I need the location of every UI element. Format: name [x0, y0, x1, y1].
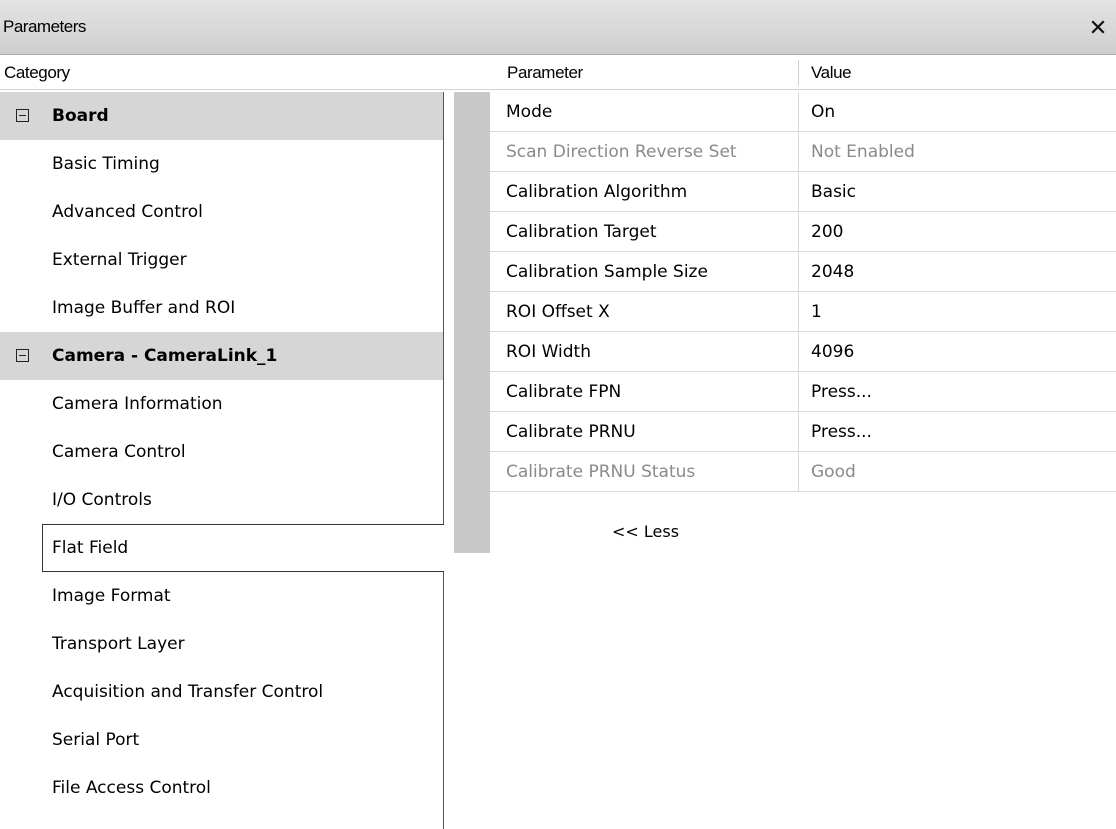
table-row[interactable]: Calibration Target 200 [490, 212, 1116, 252]
parameter-name: Calibration Target [506, 222, 657, 242]
table-row[interactable]: Calibration Sample Size 2048 [490, 252, 1116, 292]
parameter-name: Calibrate PRNU Status [506, 462, 696, 482]
column-header-row: Category Parameter Value [0, 56, 1116, 90]
value-column-header[interactable]: Value [811, 56, 852, 90]
table-row: Scan Direction Reverse Set Not Enabled [490, 132, 1116, 172]
parameter-name: Scan Direction Reverse Set [506, 142, 737, 162]
parameter-name: Calibrate PRNU [506, 422, 636, 442]
category-label: I/O Controls [52, 490, 152, 510]
table-row: Calibrate PRNU Status Good [490, 452, 1116, 492]
category-label: Basic Timing [52, 154, 160, 174]
category-item-serial-port[interactable]: Serial Port [0, 716, 444, 764]
category-tree: Board Basic Timing Advanced Control Exte… [0, 92, 444, 829]
calibrate-prnu-button[interactable]: Press... [811, 412, 872, 452]
category-label: File Access Control [52, 778, 211, 798]
parameter-name: ROI Offset X [506, 302, 610, 322]
parameter-name: Calibration Sample Size [506, 262, 708, 282]
category-label: External Trigger [52, 250, 187, 270]
collapse-minus-icon[interactable] [16, 109, 29, 122]
category-label: Advanced Control [52, 202, 203, 222]
category-item-acquisition-transfer[interactable]: Acquisition and Transfer Control [0, 668, 444, 716]
category-item-image-buffer-roi[interactable]: Image Buffer and ROI [0, 284, 444, 332]
cell-divider [798, 212, 799, 252]
window-title: Parameters [3, 17, 86, 36]
category-label: Camera Information [52, 394, 223, 414]
parameter-name: Calibration Algorithm [506, 182, 688, 202]
table-row[interactable]: Calibrate FPN Press... [490, 372, 1116, 412]
category-item-external-trigger[interactable]: External Trigger [0, 236, 444, 284]
cell-divider [798, 172, 799, 212]
category-label: Image Buffer and ROI [52, 298, 236, 318]
cell-divider [798, 412, 799, 452]
close-button[interactable] [1086, 15, 1110, 39]
parameter-value[interactable]: 4096 [811, 332, 854, 372]
parameter-value[interactable]: 200 [811, 212, 843, 252]
parameter-value: Good [811, 462, 856, 482]
category-item-flat-field[interactable]: Flat Field [42, 524, 444, 572]
column-divider[interactable] [798, 60, 799, 86]
category-item-file-access-control[interactable]: File Access Control [0, 764, 444, 812]
category-label: Acquisition and Transfer Control [52, 682, 324, 702]
cell-divider [798, 452, 799, 492]
table-row[interactable]: ROI Offset X 1 [490, 292, 1116, 332]
parameter-value[interactable]: 2048 [811, 252, 854, 292]
category-item-camera-control[interactable]: Camera Control [0, 428, 444, 476]
category-label: Board [52, 106, 109, 126]
parameter-name: Mode [506, 102, 553, 122]
parameter-value[interactable]: Basic [811, 172, 856, 212]
table-row[interactable]: Mode On [490, 92, 1116, 132]
calibrate-fpn-button[interactable]: Press... [811, 372, 872, 412]
category-item-transport-layer[interactable]: Transport Layer [0, 620, 444, 668]
parameter-value[interactable]: On [811, 92, 835, 132]
close-icon [1091, 20, 1105, 34]
category-item-advanced-control[interactable]: Advanced Control [0, 188, 444, 236]
parameter-name: ROI Width [506, 342, 591, 362]
parameter-name: Calibrate FPN [506, 382, 622, 402]
category-item-image-format[interactable]: Image Format [0, 572, 444, 620]
parameter-grid: Mode On Scan Direction Reverse Set Not E… [490, 92, 1116, 492]
parameter-column-header[interactable]: Parameter [507, 56, 583, 90]
table-row[interactable]: Calibration Algorithm Basic [490, 172, 1116, 212]
category-group-board[interactable]: Board [0, 92, 444, 140]
title-bar: Parameters [0, 0, 1116, 55]
category-label: Flat Field [52, 538, 129, 558]
parameter-value: Not Enabled [811, 142, 915, 162]
category-label: Serial Port [52, 730, 140, 750]
parameter-value[interactable]: 1 [811, 292, 822, 332]
category-panel-filler [0, 812, 444, 829]
cell-divider [798, 372, 799, 412]
category-group-camera[interactable]: Camera - CameraLink_1 [0, 332, 444, 380]
cell-divider [798, 292, 799, 332]
category-label: Transport Layer [52, 634, 185, 654]
category-label: Image Format [52, 586, 171, 606]
category-item-io-controls[interactable]: I/O Controls [0, 476, 444, 524]
table-row[interactable]: ROI Width 4096 [490, 332, 1116, 372]
cell-divider [798, 92, 799, 132]
category-item-camera-information[interactable]: Camera Information [0, 380, 444, 428]
category-column-header[interactable]: Category [4, 56, 70, 90]
row-selector-strip [454, 92, 490, 553]
category-item-basic-timing[interactable]: Basic Timing [0, 140, 444, 188]
table-row[interactable]: Calibrate PRNU Press... [490, 412, 1116, 452]
category-label: Camera Control [52, 442, 186, 462]
cell-divider [798, 332, 799, 372]
cell-divider [798, 252, 799, 292]
less-toggle-link[interactable]: << Less [612, 522, 679, 541]
category-label: Camera - CameraLink_1 [52, 346, 278, 366]
collapse-minus-icon[interactable] [16, 349, 29, 362]
cell-divider [798, 132, 799, 172]
